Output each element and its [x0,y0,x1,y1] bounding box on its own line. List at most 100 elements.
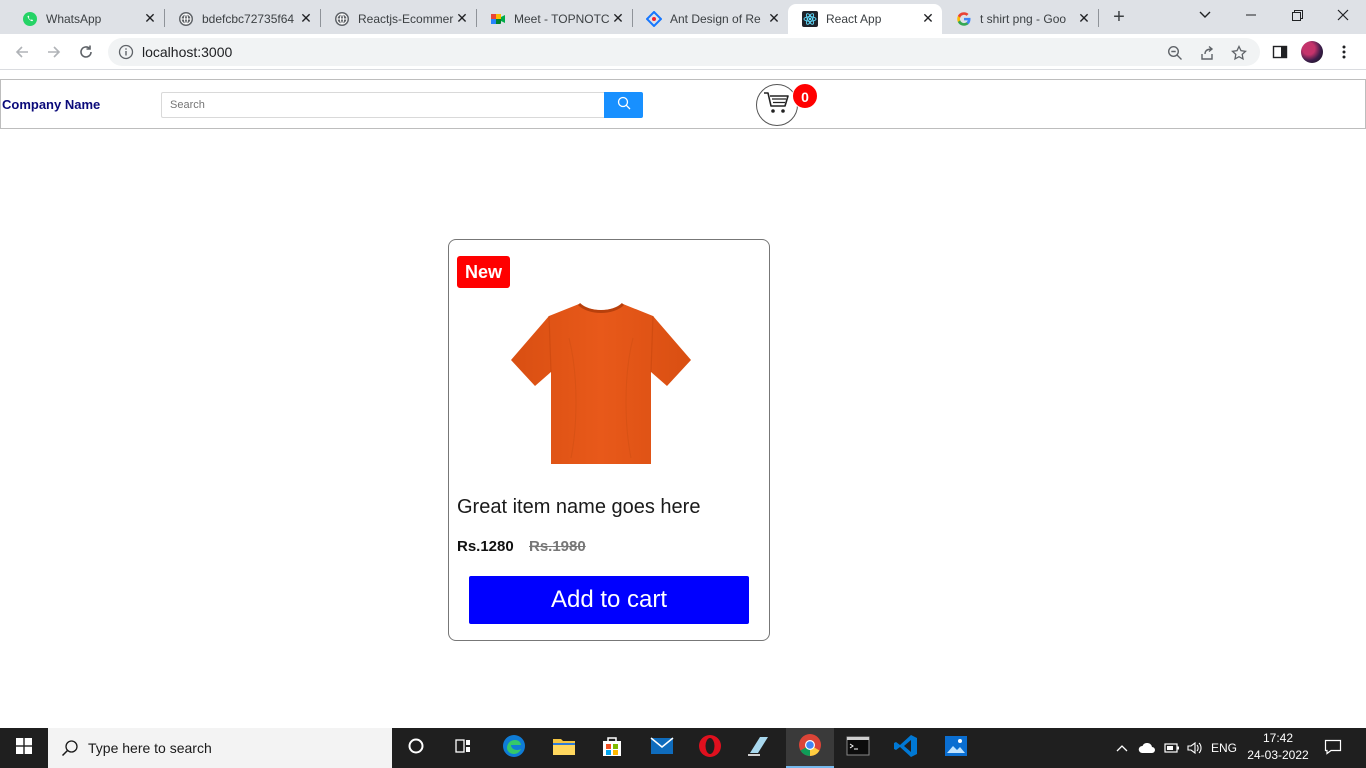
chrome-icon [798,733,822,762]
tab-reactjs-ecommerce[interactable]: Reactjs-Ecommer ✕ [320,4,476,34]
onedrive-icon[interactable] [1136,728,1158,768]
close-icon[interactable]: ✕ [298,10,314,26]
clock-date: 24-03-2022 [1247,748,1309,762]
taskbar-store[interactable] [588,728,636,768]
tab-title: WhatsApp [46,12,102,26]
close-icon[interactable]: ✕ [766,10,782,26]
edge-icon [502,734,526,763]
ant-design-icon [646,11,662,27]
task-view-button[interactable] [440,728,488,768]
app-header: Company Name 0 [0,79,1366,129]
taskbar-search-placeholder: Type here to search [88,740,212,756]
notepad-icon [746,735,770,762]
address-bar[interactable]: localhost:3000 [108,38,1260,66]
taskbar-chrome[interactable] [786,728,834,768]
product-image[interactable] [509,298,693,468]
taskbar-photos[interactable] [932,728,980,768]
search-input[interactable] [161,92,605,118]
notification-center-button[interactable] [1318,728,1348,768]
company-name[interactable]: Company Name [2,97,100,112]
close-icon[interactable]: ✕ [142,10,158,26]
tab-search-button[interactable] [1182,0,1228,30]
tab-ant-design[interactable]: Ant Design of Re ✕ [632,4,788,34]
taskbar-notepad[interactable] [734,728,782,768]
taskbar-edge[interactable] [490,728,538,768]
close-icon[interactable]: ✕ [454,10,470,26]
taskbar-search-box[interactable]: Type here to search [48,728,392,768]
bookmark-star-icon[interactable] [1230,44,1248,62]
tab-react-app[interactable]: React App ✕ [788,4,942,34]
close-icon[interactable]: ✕ [610,10,626,26]
whatsapp-icon [22,11,38,27]
tab-title: React App [826,12,882,26]
tab-google-search[interactable]: t shirt png - Goo ✕ [942,4,1098,34]
tab-title: bdefcbc72735f64 [202,12,295,26]
tab-google-meet[interactable]: Meet - TOPNOTC ✕ [476,4,632,34]
share-icon[interactable] [1198,44,1216,62]
product-price: Rs.1280 [457,538,514,555]
cortana-icon [407,737,425,760]
vscode-icon [894,734,918,763]
globe-icon [178,11,194,27]
product-name[interactable]: Great item name goes here [457,496,700,519]
info-icon[interactable] [118,44,134,60]
task-view-icon [454,738,474,759]
show-hidden-icons[interactable] [1112,728,1132,768]
taskbar-terminal[interactable] [834,728,882,768]
forward-button[interactable] [42,40,66,64]
cortana-button[interactable] [392,728,440,768]
store-icon [601,735,623,762]
new-tab-button[interactable]: + [1108,6,1130,28]
url-text: localhost:3000 [142,44,233,60]
back-button[interactable] [10,40,34,64]
taskbar-clock[interactable]: 17:42 24-03-2022 [1240,730,1316,764]
cart-count-badge: 0 [792,83,818,109]
battery-icon[interactable] [1160,728,1182,768]
tab-whatsapp[interactable]: WhatsApp ✕ [8,4,164,34]
cart-button[interactable] [756,84,798,126]
taskbar-file-explorer[interactable] [540,728,588,768]
tab-bdefcbc[interactable]: bdefcbc72735f64 ✕ [164,4,320,34]
taskbar-vscode[interactable] [882,728,930,768]
notification-icon [1324,739,1342,758]
search-icon [60,738,80,758]
volume-icon[interactable] [1184,728,1206,768]
minimize-button[interactable] [1228,0,1274,30]
menu-icon[interactable] [1334,42,1354,62]
tab-title: t shirt png - Goo [980,12,1067,26]
start-button[interactable] [0,728,48,768]
product-original-price: Rs.1980 [529,538,586,555]
profile-avatar[interactable] [1301,41,1323,63]
add-to-cart-button[interactable]: Add to cart [469,576,749,624]
terminal-icon [846,736,870,761]
clock-time: 17:42 [1262,731,1294,745]
shopping-cart-icon [763,91,791,120]
close-icon[interactable]: ✕ [1076,10,1092,26]
taskbar-mail[interactable] [638,728,686,768]
tshirt-image [511,302,691,464]
search-icon [617,96,631,115]
folder-icon [552,736,576,761]
globe-icon [334,11,350,27]
close-icon[interactable]: ✕ [920,10,936,26]
reload-button[interactable] [74,40,98,64]
close-window-button[interactable] [1320,0,1366,30]
tab-separator [1098,9,1099,27]
side-panel-icon[interactable] [1270,42,1290,62]
search-button[interactable] [604,92,643,118]
google-icon [956,11,972,27]
browser-tab-bar: WhatsApp ✕ bdefcbc72735f64 ✕ Reactjs-Eco… [0,0,1366,34]
taskbar-opera[interactable] [686,728,734,768]
zoom-icon[interactable] [1166,44,1184,62]
product-card: New Great item name goes here Rs.1280 Rs… [448,239,770,641]
tab-title: Reactjs-Ecommer [358,12,454,26]
react-icon [802,11,818,27]
browser-toolbar: localhost:3000 [0,34,1366,70]
tab-title: Ant Design of Re [670,12,761,26]
tab-title: Meet - TOPNOTC [514,12,610,26]
restore-button[interactable] [1274,0,1320,30]
google-meet-icon [490,11,506,27]
mail-icon [650,736,674,760]
windows-taskbar: Type here to search ENG 17:42 24-03-2022 [0,728,1366,768]
language-indicator[interactable]: ENG [1208,728,1240,768]
